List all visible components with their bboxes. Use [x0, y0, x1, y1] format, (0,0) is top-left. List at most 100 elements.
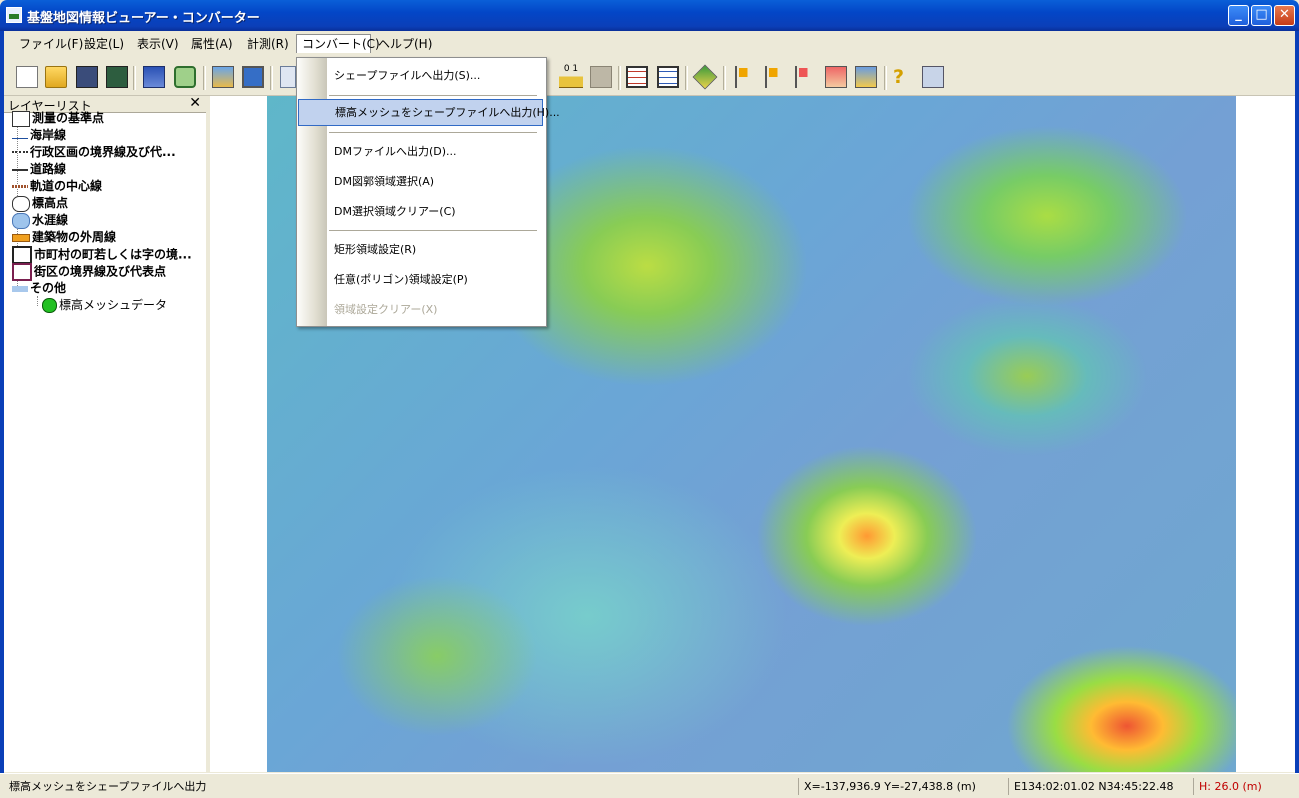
layer-item-elevation-mesh[interactable]: 標高メッシュデータ [42, 297, 167, 314]
layer-item-label: その他 [30, 281, 67, 295]
toolbar-separator [270, 66, 273, 90]
toolbar-separator [133, 66, 136, 90]
building-icon [12, 233, 30, 242]
list-icon[interactable] [626, 66, 648, 88]
layer-panel: レイヤーリスト ✕ 測量の基準点 海岸線 行政区画の境界線及び代... 道路線 … [4, 95, 207, 772]
menu-item-rect-region[interactable]: 矩形領域設定(R) [298, 236, 543, 263]
layer-item-label: 行政区画の境界線及び代... [30, 145, 176, 159]
toolbar-separator [685, 66, 688, 90]
layer-item-label: 水涯線 [32, 213, 69, 227]
chart-icon[interactable] [855, 66, 877, 88]
town-boundary-icon [12, 246, 32, 264]
layer-item-waterline[interactable]: 水涯線 [12, 212, 68, 229]
flag-icon[interactable] [765, 66, 787, 88]
help-icon[interactable]: ? [893, 66, 915, 88]
waterline-icon [12, 212, 30, 229]
menu-settings[interactable]: 設定(L) [79, 35, 129, 54]
layer-item-elevation-point[interactable]: 標高点 [12, 195, 68, 212]
window-icon[interactable] [280, 66, 296, 88]
menu-item-polygon-region[interactable]: 任意(ポリゴン)領域設定(P) [298, 266, 543, 293]
menu-help[interactable]: ヘルプ(H) [373, 35, 437, 54]
triangle-icon [12, 110, 30, 127]
app-icon [6, 7, 22, 23]
flag-icon[interactable] [795, 66, 817, 88]
layer-item-label: 海岸線 [30, 128, 67, 142]
coastline-icon [12, 138, 28, 139]
save-as-icon[interactable] [106, 66, 128, 88]
new-icon[interactable] [16, 66, 38, 88]
save-icon[interactable] [76, 66, 98, 88]
toolbar-separator [203, 66, 206, 90]
layer-item-coastline[interactable]: 海岸線 [12, 127, 66, 144]
export-icon[interactable] [212, 66, 234, 88]
status-lonlat: E134:02:01.02 N34:45:22.48 [1008, 778, 1193, 795]
railway-icon [12, 185, 28, 188]
status-bar: 標高メッシュをシェープファイルへ出力 X=-137,936.9 Y=-27,43… [0, 773, 1299, 798]
layer-item-railway[interactable]: 軌道の中心線 [12, 178, 102, 195]
tree-connector [37, 296, 38, 306]
menu-item-export-shapefile[interactable]: シェープファイルへ出力(S)... [298, 62, 543, 89]
window-frame-right [1295, 31, 1299, 797]
layer-item-label: 標高点 [32, 196, 69, 210]
monitor-icon[interactable] [242, 66, 264, 88]
layer-item-label: 市町村の町若しくは字の境... [34, 247, 192, 262]
toolbar-separator [723, 66, 726, 90]
layer-item-block-boundary[interactable]: 街区の境界線及び代表点 [12, 263, 167, 281]
layer-item-town-boundary[interactable]: 市町村の町若しくは字の境... [12, 246, 192, 264]
layer-item-label: 測量の基準点 [32, 111, 105, 125]
menu-item-region-clear: 領域設定クリアー(X) [334, 303, 438, 316]
folder-icon [12, 285, 28, 292]
toolbar-separator [884, 66, 887, 90]
elevation-point-icon [12, 195, 30, 212]
menu-separator [329, 95, 537, 96]
layer-item-label: 道路線 [30, 162, 67, 176]
layer-item-road[interactable]: 道路線 [12, 161, 66, 178]
status-xy-coordinates: X=-137,936.9 Y=-27,438.8 (m) [798, 778, 1003, 795]
menu-item-export-elevation-mesh[interactable]: 標高メッシュをシェープファイルへ出力(H)... [298, 99, 560, 126]
layer-item-building[interactable]: 建築物の外周線 [12, 229, 116, 246]
menu-view[interactable]: 表示(V) [132, 35, 184, 54]
convert-menu-dropdown: シェープファイルへ出力(S)... 標高メッシュをシェープファイルへ出力(H).… [296, 57, 560, 327]
menu-bar: ファイル(F) 設定(L) 表示(V) 属性(A) 計測(R) コンバート(C)… [4, 31, 1295, 57]
layer-item-other[interactable]: その他 [12, 280, 66, 297]
layer-item-label: 標高メッシュデータ [59, 298, 168, 312]
close-button[interactable]: ✕ [1274, 5, 1295, 26]
menu-convert[interactable]: コンバート(C) [296, 34, 380, 53]
menu-item-dm-sheet-select[interactable]: DM図郭領域選択(A) [298, 168, 543, 195]
title-bar[interactable]: 基盤地図情報ビューアー・コンバーター _ □ ✕ [0, 0, 1299, 31]
maximize-button[interactable]: □ [1251, 5, 1272, 26]
layer-icon[interactable] [174, 66, 196, 88]
status-message: 標高メッシュをシェープファイルへ出力 [9, 780, 207, 793]
layer-item-label: 軌道の中心線 [30, 179, 103, 193]
green-circle-icon [42, 298, 57, 313]
menu-attribute[interactable]: 属性(A) [186, 35, 238, 54]
minimize-button[interactable]: _ [1228, 5, 1249, 26]
image-icon[interactable] [590, 66, 612, 88]
block-boundary-icon [12, 263, 32, 281]
menu-measure[interactable]: 計測(R) [242, 35, 294, 54]
pencil-icon[interactable] [692, 64, 718, 90]
table-icon[interactable] [657, 66, 679, 88]
road-icon [12, 168, 28, 171]
area-icon[interactable] [825, 66, 847, 88]
menu-file[interactable]: ファイル(F) [14, 35, 88, 54]
layer-item-label: 建築物の外周線 [32, 230, 117, 244]
menu-separator [329, 230, 537, 231]
window-title: 基盤地図情報ビューアー・コンバーター [27, 11, 260, 26]
boundary-icon [12, 150, 28, 155]
ruler-icon[interactable]: 0 1 [559, 64, 583, 88]
menu-separator [329, 132, 537, 133]
toolbar: 0 1 ? [4, 60, 1295, 96]
flag-icon[interactable] [735, 66, 757, 88]
toolbar-separator [618, 66, 621, 90]
status-height: H: 26.0 (m) [1193, 778, 1283, 795]
menu-item-export-dm[interactable]: DMファイルへ出力(D)... [298, 138, 543, 165]
cursor-help-icon[interactable] [922, 66, 944, 88]
print-icon[interactable] [143, 66, 165, 88]
layer-item-survey-point[interactable]: 測量の基準点 [12, 110, 104, 127]
layer-item-admin-boundary[interactable]: 行政区画の境界線及び代... [12, 144, 176, 161]
layer-item-label: 街区の境界線及び代表点 [34, 264, 167, 279]
layer-panel-close-icon[interactable]: ✕ [189, 95, 201, 111]
open-folder-icon[interactable] [45, 66, 67, 88]
menu-item-dm-clear[interactable]: DM選択領域クリアー(C) [298, 198, 543, 225]
